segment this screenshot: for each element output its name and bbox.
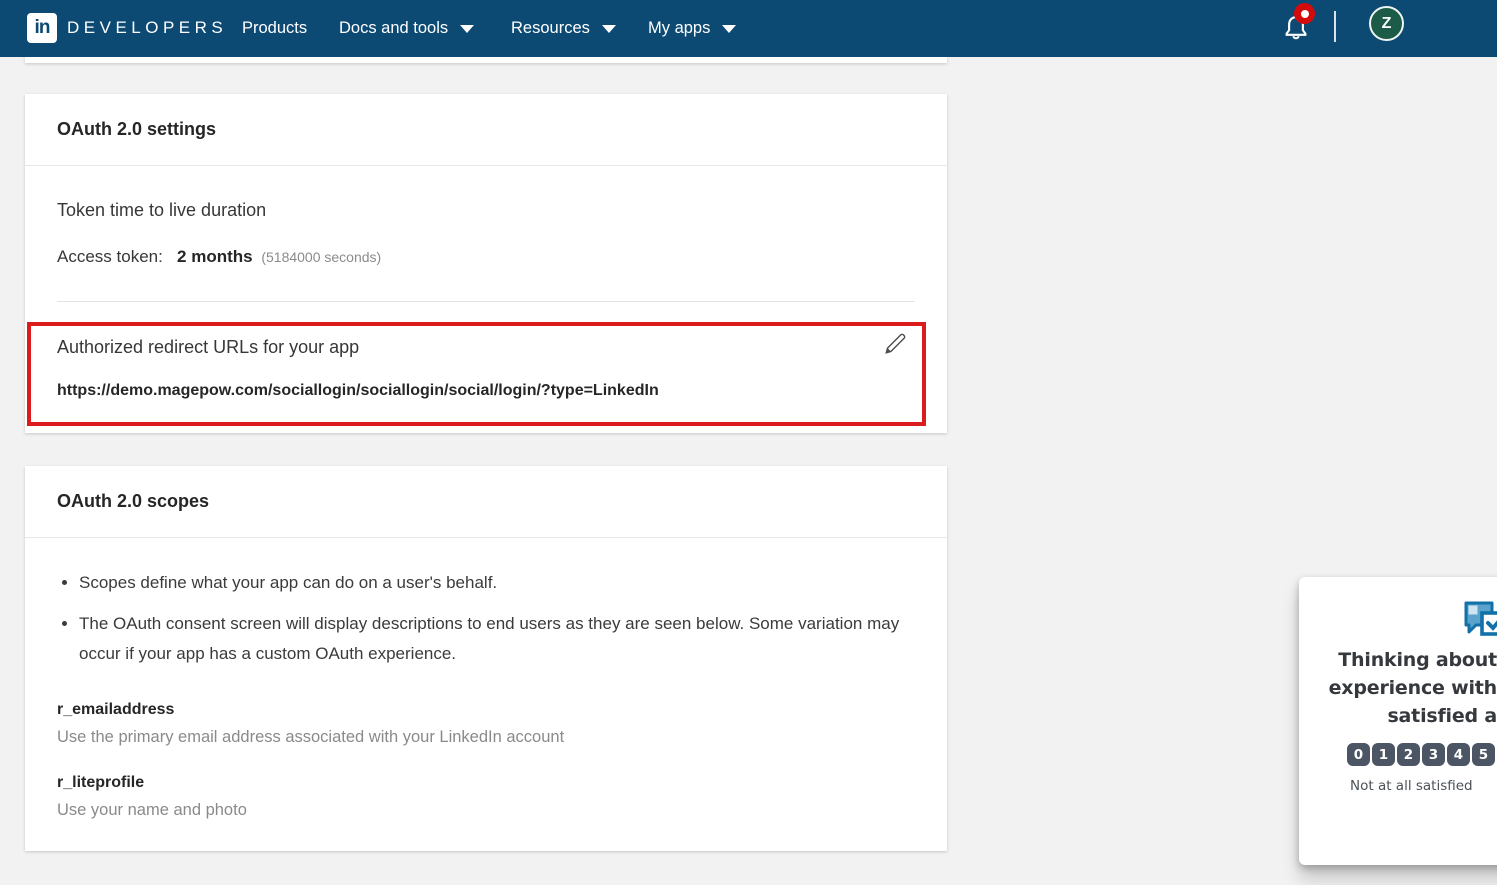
oauth-scopes-card: OAuth 2.0 scopes Scopes define what your… [25, 466, 947, 851]
edit-redirect-urls-button[interactable] [881, 330, 909, 358]
survey-question-text: Thinking about experience with satisfied… [1299, 646, 1497, 730]
feedback-survey-popup: Thinking about experience with satisfied… [1299, 577, 1497, 865]
scopes-info-list: Scopes define what your app can do on a … [62, 568, 921, 669]
oauth-settings-card: OAuth 2.0 settings Token time to live du… [25, 94, 947, 433]
scopes-info-bullet: Scopes define what your app can do on a … [79, 568, 921, 598]
oauth-settings-card-title: OAuth 2.0 settings [25, 94, 947, 166]
survey-rating-scale: 0 1 2 3 4 5 [1347, 743, 1497, 766]
settings-divider [57, 301, 915, 302]
rating-button-3[interactable]: 3 [1422, 743, 1445, 766]
nav-item-docs-and-tools[interactable]: Docs and tools [339, 0, 474, 57]
navbar-divider [1334, 11, 1336, 42]
redirect-urls-title: Authorized redirect URLs for your app [57, 337, 947, 358]
scope-description: Use your name and photo [57, 801, 947, 820]
nav-item-resources[interactable]: Resources [511, 0, 616, 57]
rating-button-2[interactable]: 2 [1397, 743, 1420, 766]
avatar[interactable]: Z [1369, 6, 1404, 41]
scope-name: r_liteprofile [57, 774, 947, 792]
avatar-initial: Z [1382, 15, 1392, 33]
pencil-icon [881, 330, 909, 358]
chevron-down-icon [460, 25, 474, 33]
rating-button-0[interactable]: 0 [1347, 743, 1370, 766]
nav-item-label: Products [242, 19, 307, 38]
rating-button-5[interactable]: 5 [1472, 743, 1495, 766]
linkedin-in-glyph: in [35, 17, 50, 39]
redirect-url-value: https://demo.magepow.com/sociallogin/soc… [57, 382, 947, 400]
survey-question-line: Thinking about [1299, 646, 1497, 674]
token-ttl-title: Token time to live duration [57, 200, 947, 221]
nav-item-my-apps[interactable]: My apps [648, 0, 736, 57]
survey-question-line: experience with [1299, 674, 1497, 702]
access-token-row: Access token: 2 months (5184000 seconds) [57, 247, 947, 267]
chevron-down-icon [722, 25, 736, 33]
access-token-value: 2 months [177, 247, 253, 266]
scope-name: r_emailaddress [57, 701, 947, 719]
oauth-scopes-card-title: OAuth 2.0 scopes [25, 466, 947, 538]
survey-low-anchor-label: Not at all satisfied [1350, 778, 1473, 794]
nav-item-products[interactable]: Products [242, 0, 307, 57]
nav-item-label: Docs and tools [339, 19, 448, 38]
scope-entry-r-liteprofile: r_liteprofile Use your name and photo [57, 774, 947, 820]
top-navbar: in DEVELOPERS Products Docs and tools Re… [0, 0, 1497, 57]
chat-check-icon [1460, 597, 1497, 643]
notifications-button[interactable] [1281, 12, 1315, 46]
rating-button-4[interactable]: 4 [1447, 743, 1470, 766]
linkedin-developers-logo[interactable]: in DEVELOPERS [27, 13, 227, 43]
chevron-down-icon [602, 25, 616, 33]
access-token-seconds: (5184000 seconds) [261, 249, 381, 265]
scope-entry-r-emailaddress: r_emailaddress Use the primary email add… [57, 701, 947, 747]
scope-description: Use the primary email address associated… [57, 728, 947, 747]
survey-question-line: satisfied a [1299, 702, 1497, 730]
brand-developers: DEVELOPERS [67, 18, 227, 38]
scopes-info-bullet: The OAuth consent screen will display de… [79, 609, 921, 669]
notification-badge-dot [1301, 10, 1309, 18]
access-token-label: Access token: [57, 247, 163, 266]
nav-item-label: Resources [511, 19, 590, 38]
notification-badge [1294, 3, 1315, 24]
linkedin-icon: in [27, 13, 57, 43]
previous-card-bottom-edge [25, 57, 947, 63]
nav-item-label: My apps [648, 19, 710, 38]
rating-button-1[interactable]: 1 [1372, 743, 1395, 766]
